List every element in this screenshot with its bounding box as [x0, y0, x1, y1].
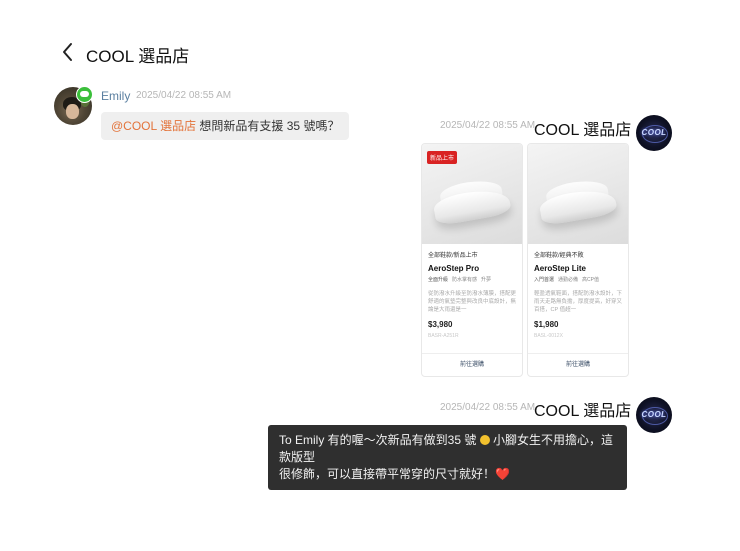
product-price: $3,980	[428, 320, 453, 329]
product-description: 輕盈透氣鞋面，搭配防潑水設計，下雨天走路無負擔，厚度提高，好穿又百搭，CP 值超…	[534, 291, 622, 313]
product-tag: 通勤必備	[558, 277, 579, 283]
mention-tag[interactable]: @COOL 選品店	[111, 119, 196, 133]
outgoing-message-bubble: To Emily 有的喔～次新品有做到35 號 小腳女生不用擔心，這款版型 很修…	[268, 425, 627, 490]
product-tag: 升夢	[481, 277, 492, 283]
product-tags: 全面升級 防水掌有感 升夢	[428, 276, 516, 283]
message-text: 想問新品有支援 35 號嗎？	[196, 119, 340, 133]
incoming-message-bubble: @COOL 選品店 想問新品有支援 35 號嗎？	[101, 112, 350, 140]
sender-name: COOL 選品店	[534, 122, 632, 139]
product-tag: 全面升級	[428, 277, 449, 283]
new-arrival-badge: 新品上市	[427, 151, 458, 164]
message-timestamp: 2025/04/22 08:55 AM	[440, 120, 536, 131]
sender-name: COOL 選品店	[534, 403, 632, 420]
product-name: AeroStep Lite	[534, 264, 587, 273]
product-category: 全部鞋款/經典不敗	[534, 253, 584, 259]
product-description: 從防潑水升級至防潑水薄膜，搭配更舒適的氣墊完整與改良中底設計，無論是大雨還是一	[428, 291, 516, 313]
shop-logo-text: COOL	[641, 410, 667, 419]
product-category: 全部鞋款/新品上市	[428, 253, 478, 259]
product-tags: 入門首選 通勤必備 高CP值	[534, 276, 622, 283]
smile-emoji-icon	[479, 435, 490, 445]
shop-avatar[interactable]: COOL	[636, 115, 672, 151]
product-card[interactable]: 新品上市 全部鞋款/新品上市 AeroStep Pro 全面升級 防水掌有感 升夢 …	[421, 143, 523, 377]
go-to-shop-button[interactable]: 前往選購	[422, 353, 522, 376]
chat-header: COOL 選品店	[0, 0, 740, 100]
message-text: To Emily 有的喔～次新品有做到35 號	[279, 433, 477, 447]
message-timestamp: 2025/04/22 08:55 AM	[440, 402, 536, 413]
message-timestamp: 2025/04/22 08:55 AM	[136, 90, 232, 101]
product-image	[528, 144, 628, 244]
shop-logo-text: COOL	[641, 128, 667, 137]
chat-title: COOL 選品店	[86, 47, 190, 66]
product-tag: 入門首選	[534, 277, 555, 283]
line-icon	[76, 86, 93, 103]
product-tag: 防水掌有感	[452, 277, 478, 283]
sender-name: Emily	[101, 89, 131, 103]
product-sku: BASL-0012X	[534, 333, 563, 339]
back-arrow-icon[interactable]	[58, 40, 80, 64]
heart-emoji-icon: ❤️	[495, 467, 510, 481]
go-to-shop-button[interactable]: 前往選購	[528, 353, 628, 376]
product-price: $1,980	[534, 320, 559, 329]
product-tag: 高CP值	[582, 277, 599, 283]
shop-avatar[interactable]: COOL	[636, 397, 672, 433]
product-name: AeroStep Pro	[428, 264, 480, 273]
product-sku: BASR-A251R	[428, 333, 459, 339]
product-card[interactable]: 全部鞋款/經典不敗 AeroStep Lite 入門首選 通勤必備 高CP值 輕盈透…	[527, 143, 629, 377]
message-text: 很修飾，可以直接帶平常穿的尺寸就好！	[279, 467, 496, 481]
